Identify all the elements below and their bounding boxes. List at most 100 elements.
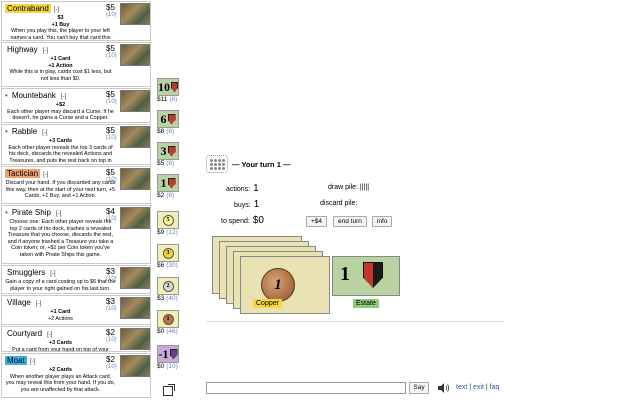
copper-coin-icon: 1: [261, 268, 295, 302]
faq-link[interactable]: faq: [490, 384, 500, 391]
estate-vp: 1: [340, 263, 350, 285]
kingdom-card[interactable]: Contraband [-] $5 (10) $3 +1 Buy When you play…: [1, 1, 151, 41]
end-turn-button[interactable]: end turn: [333, 216, 367, 227]
card-cost: $3: [106, 267, 115, 276]
kingdom-card-name: Tactician [-]: [5, 169, 48, 180]
kingdom-card-name: Smugglers [-]: [5, 268, 56, 279]
supply-pile[interactable]: 1 $0 (46): [157, 310, 179, 336]
supply-pile[interactable]: 3 $6 (30): [157, 244, 179, 270]
card-text: Discard your hand. If you discarded any …: [5, 180, 116, 200]
collapse-toggle[interactable]: [-]: [56, 211, 61, 217]
supply-pile[interactable]: 1 $2 (8): [157, 174, 179, 200]
supply-pile[interactable]: 10 $11 (8): [157, 78, 179, 104]
supply-card[interactable]: 1: [157, 310, 179, 328]
kingdom-card-name: Contraband [-]: [5, 4, 59, 15]
collapse-toggle[interactable]: [-]: [43, 172, 48, 178]
pile-count: (8): [166, 192, 175, 199]
collapse-toggle[interactable]: [-]: [47, 332, 52, 338]
supply-pile[interactable]: 5 $9 (12): [157, 211, 179, 237]
card-text-line: +3 Cards: [49, 340, 72, 346]
victory-points: 6: [160, 111, 167, 126]
kingdom-card-name: Highway [-]: [5, 45, 48, 56]
card-cost: $5: [106, 44, 115, 53]
kingdom-card[interactable]: Smugglers [-] $3 (10) Gain a copy of a card …: [1, 265, 151, 294]
victory-points: 3: [160, 143, 167, 158]
supply-card[interactable]: 3: [157, 244, 179, 262]
supply-pile[interactable]: 2 $3 (40): [157, 277, 179, 303]
card-cost: $5: [106, 3, 115, 12]
collapse-toggle[interactable]: [-]: [30, 359, 35, 365]
kingdom-card-name: Moat [-]: [5, 356, 35, 367]
card-title: Village: [7, 298, 31, 307]
kingdom-card[interactable]: • Mountebank [-] $5 (10) +$2 Each other player…: [1, 88, 151, 123]
collapse-toggle[interactable]: [-]: [43, 48, 48, 54]
turn-header: — Your turn 1 —: [206, 155, 290, 173]
supply-pile[interactable]: 6 $8 (8): [157, 110, 179, 136]
pile-cost: $0: [157, 363, 165, 370]
kingdom-card[interactable]: Village [-] $3 (10) +1 Card +2 Actions: [1, 295, 151, 325]
pile-count: (40): [166, 295, 178, 302]
pile-count: (12): [166, 229, 178, 236]
collapse-toggle[interactable]: [-]: [50, 271, 55, 277]
supply-card[interactable]: -1: [157, 345, 179, 363]
supply-card[interactable]: 6: [157, 110, 179, 128]
collapse-toggle[interactable]: [-]: [54, 7, 59, 13]
kingdom-card-name: • Pirate Ship [-]: [5, 208, 61, 219]
supply-card[interactable]: 10: [157, 78, 179, 96]
estate-card[interactable]: 1: [332, 256, 400, 296]
supply-card[interactable]: 5: [157, 211, 179, 229]
card-cost: $3: [106, 297, 115, 306]
kingdom-card[interactable]: Highway [-] $5 (10) +1 Card +1 Action While th…: [1, 42, 151, 87]
coin-icon: 5: [162, 214, 174, 226]
collapse-toggle[interactable]: [-]: [42, 130, 47, 136]
collapse-toggle[interactable]: [-]: [61, 94, 66, 100]
card-text-line: Each other player may discard a Curse. I…: [7, 108, 114, 122]
card-art-image: [120, 3, 150, 25]
text-link[interactable]: text: [456, 384, 467, 391]
supply-cost: $3 (40): [157, 295, 179, 303]
kingdom-card-name: • Rabble [-]: [5, 127, 48, 138]
say-button[interactable]: Say: [409, 382, 429, 394]
card-art-image: [120, 207, 150, 229]
chat-input[interactable]: [206, 382, 406, 394]
supply-cost: $11 (8): [157, 96, 179, 104]
supply-cost: $2 (8): [157, 192, 179, 200]
exit-link[interactable]: exit: [473, 384, 484, 391]
supply-cost: $9 (12): [157, 229, 179, 237]
pile-cost: $9: [157, 229, 165, 236]
card-art-image: [120, 126, 150, 148]
card-text: +1 Card +2 Actions: [5, 309, 116, 322]
card-text-line: +2 Actions: [47, 315, 74, 322]
kingdom-card-name: • Mountebank [-]: [5, 91, 66, 102]
collapse-toggle[interactable]: [-]: [36, 301, 41, 307]
kingdom-card-name: Village [-]: [5, 298, 41, 309]
card-title: Rabble: [11, 127, 38, 136]
kingdom-card[interactable]: Courtyard [-] $2 (10) +3 Cards Put a card fro…: [1, 326, 151, 352]
buys-value: 1: [253, 199, 260, 210]
kingdom-card[interactable]: Tactician [-] $5 (10) Discard your hand. If …: [1, 166, 151, 204]
kingdom-card[interactable]: Moat [-] $2 (10) +2 Cards When another player…: [1, 353, 151, 398]
card-art-image: [120, 328, 150, 350]
kingdom-card[interactable]: • Rabble [-] $5 (10) +3 Cards Each other playe…: [1, 124, 151, 165]
info-button[interactable]: info: [372, 216, 393, 227]
estate-shield-icon: [363, 262, 383, 288]
popout-icon[interactable]: [163, 384, 175, 396]
card-art-image: [120, 90, 150, 112]
victory-points: 1: [160, 175, 167, 190]
pile-cost: $6: [157, 262, 165, 269]
supply-cost: $0 (10): [157, 363, 179, 371]
card-text-line: +1 Buy: [51, 21, 70, 28]
plus-coin-button[interactable]: +$4: [306, 216, 328, 227]
kingdom-card[interactable]: • Pirate Ship [-] $4 (10) Choose one: Each ot…: [1, 205, 151, 264]
speaker-icon[interactable]: [438, 383, 450, 393]
player-avatar: [206, 155, 228, 173]
supply-pile[interactable]: 3 $5 (8): [157, 142, 179, 168]
supply-card[interactable]: 3: [157, 142, 179, 160]
shield-icon: [171, 82, 178, 92]
card-text: Choose one: Each other player reveals th…: [5, 219, 116, 259]
supply-pile[interactable]: -1 $0 (10): [157, 345, 179, 371]
kingdom-card-name: Courtyard [-]: [5, 329, 52, 340]
card-cost: $2: [106, 355, 115, 364]
supply-card[interactable]: 2: [157, 277, 179, 295]
supply-card[interactable]: 1: [157, 174, 179, 192]
